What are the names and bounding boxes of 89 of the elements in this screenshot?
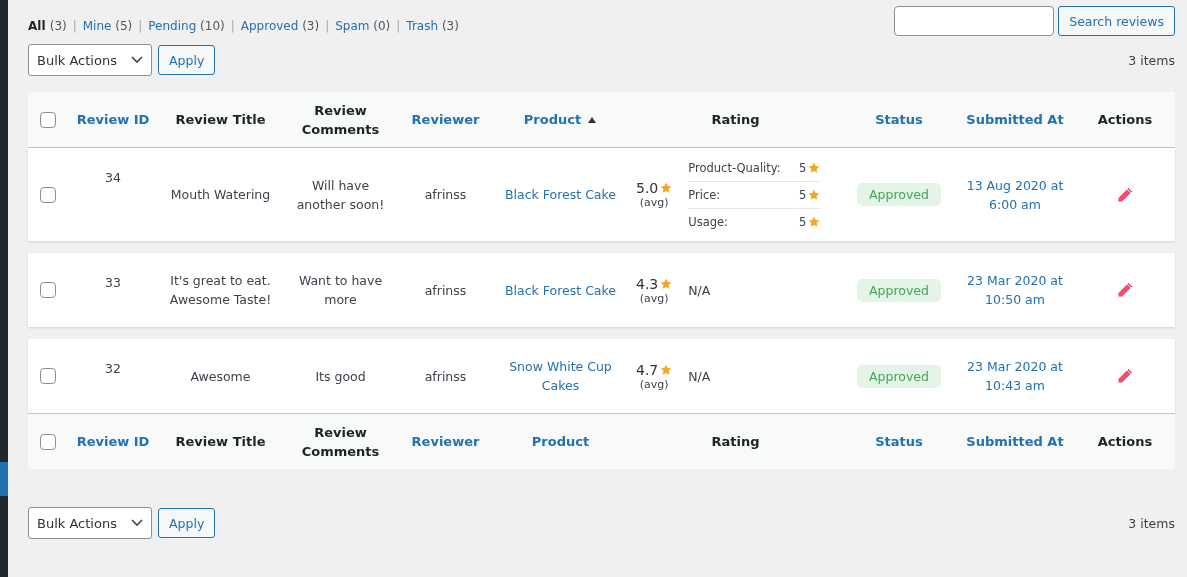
review-comments: Its good [314,367,367,386]
filter-link[interactable]: Mine (5) [82,19,133,33]
review-title: Mouth Watering [169,186,272,204]
reviewer-name: afrinss [423,367,468,386]
column-header: Review Comments [300,423,381,461]
column-header: Review Title [175,111,266,129]
edit-pencil-icon[interactable] [1115,280,1135,300]
criteria-rating: N/A [688,368,711,384]
review-id: 33 [105,275,121,290]
column-header-link[interactable]: Reviewer [411,110,480,129]
column-header: Actions [1097,433,1153,451]
review-title: Awesome [189,367,252,386]
star-icon [808,188,821,201]
star-icon [660,182,673,194]
product-name-link[interactable]: Black Forest Cake [499,280,622,300]
submitted-date-link[interactable]: 23 Mar 2020 at 10:43 am [955,357,1075,395]
star-icon [808,215,821,228]
filter-link[interactable]: Pending (10) [148,19,225,33]
column-header: Review Comments [300,101,381,139]
checkbox[interactable] [40,111,56,128]
separator: | [325,19,330,33]
column-header-link[interactable]: Review ID [76,110,150,129]
separator: | [72,19,77,33]
separator: | [230,19,235,33]
column-header-link[interactable]: Status [875,110,923,129]
separator: | [396,19,401,33]
criterion-label: Price: [688,187,721,202]
checkbox[interactable] [40,186,56,203]
sort-ascending-icon[interactable] [587,116,598,124]
status-badge: Approved [857,364,941,388]
average-rating: 5.0 [636,180,659,196]
apply-button[interactable]: Apply [158,45,216,75]
reviewer-name: afrinss [423,281,468,300]
search-reviews-button[interactable]: Search reviews [1058,6,1175,36]
submitted-date-link[interactable]: 23 Mar 2020 at 10:50 am [955,271,1075,309]
bulk-actions-dropdown[interactable]: Bulk Actions [28,507,152,539]
average-rating: 4.3 [636,275,659,292]
product-name-link[interactable]: Snow White Cup Cakes [493,357,628,395]
column-header-link[interactable]: Product [523,110,598,129]
review-comments: Want to have more [297,272,384,309]
criterion-label: Usage: [688,214,728,229]
bulk-actions-dropdown[interactable]: Bulk Actions [28,44,152,76]
apply-button[interactable]: Apply [158,508,216,538]
star-icon [808,161,821,174]
status-badge: Approved [857,278,941,302]
average-rating: 4.7 [636,361,659,378]
filter-link[interactable]: Approved (3) [240,19,320,33]
column-header-link[interactable]: Product [531,432,590,451]
filter-link[interactable]: Trash (3) [406,19,459,33]
items-count: 3 items [1128,515,1175,531]
column-header-link[interactable]: Status [875,432,923,451]
column-header: Rating [711,433,760,451]
checkbox[interactable] [40,368,56,384]
column-header-link[interactable]: Review ID [76,432,150,451]
checkbox[interactable] [40,282,56,298]
filter-link[interactable]: All (3) [28,19,67,33]
criterion-rating: 5 [798,160,807,175]
column-header-link[interactable]: Reviewer [411,432,480,451]
search-field[interactable] [894,6,1055,36]
average-label: (avg) [639,196,669,209]
filter-link[interactable]: Spam (0) [335,19,391,33]
review-comments: Will have another soon! [295,176,386,214]
items-count: 3 items [1128,52,1175,68]
edit-pencil-icon[interactable] [1115,366,1135,386]
submitted-date-link[interactable]: 13 Aug 2020 at 6:00 am [955,175,1075,214]
star-icon [660,363,673,376]
average-label: (avg) [639,377,669,391]
column-header-link[interactable]: Submitted At [966,110,1064,129]
column-header: Rating [711,111,760,129]
star-icon [660,277,673,290]
criterion-rating: 5 [798,187,807,202]
review-id: 34 [105,170,121,185]
checkbox[interactable] [40,433,56,450]
criterion-rating: 5 [798,214,807,229]
chevron-down-icon[interactable] [131,519,143,527]
criterion-label: Product-Quality: [688,160,781,175]
criteria-rating: N/A [688,282,711,298]
average-label: (avg) [639,291,669,305]
separator: | [138,19,143,33]
column-header-link[interactable]: Submitted At [966,432,1064,451]
review-id: 32 [105,361,121,376]
reviewer-name: afrinss [423,186,468,204]
status-badge: Approved [857,183,941,206]
column-header: Actions [1097,111,1153,129]
chevron-down-icon[interactable] [131,56,143,64]
product-name-link[interactable]: Black Forest Cake [499,185,622,204]
review-title: It's great to eat. Awesome Taste! [168,272,273,309]
column-header: Review Title [175,433,266,451]
edit-pencil-icon[interactable] [1115,184,1135,205]
